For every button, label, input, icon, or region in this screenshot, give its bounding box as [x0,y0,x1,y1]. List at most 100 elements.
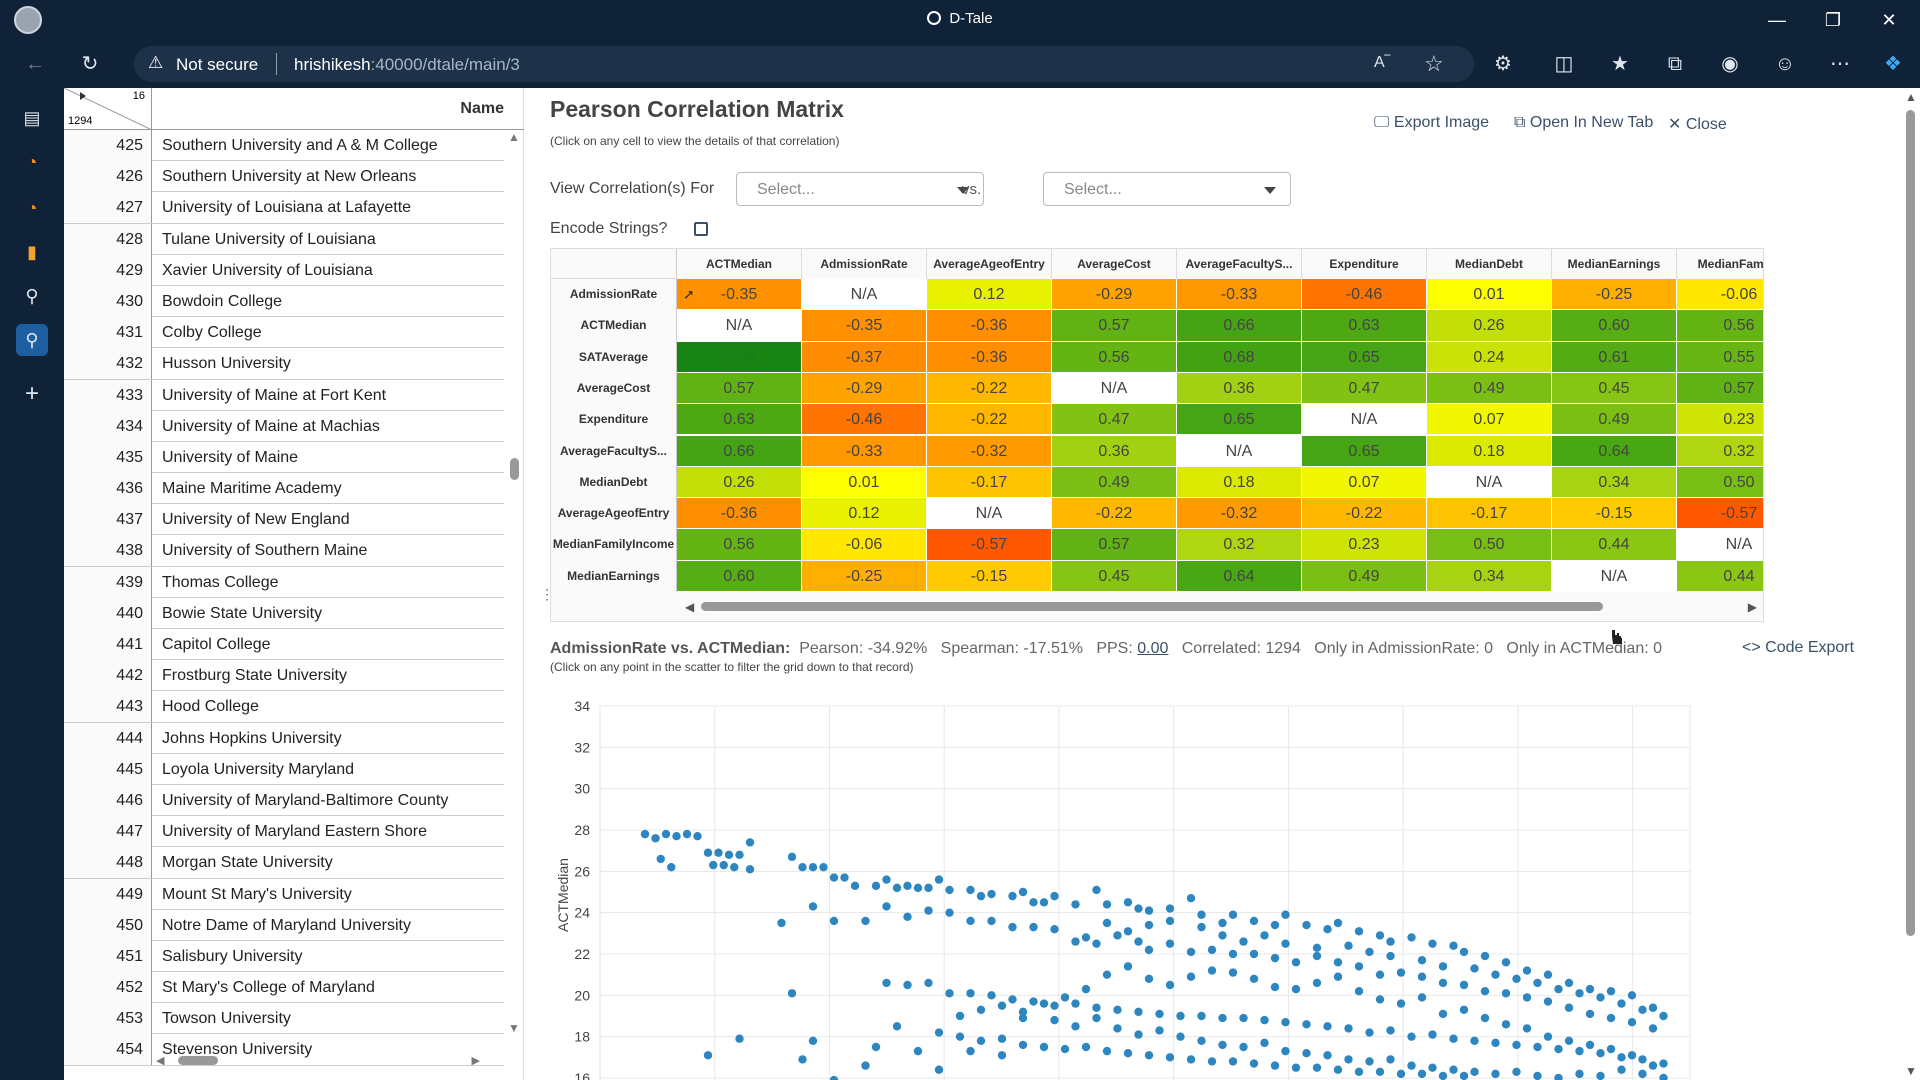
matrix-cell[interactable]: N/A [927,498,1052,530]
scatter-point[interactable] [1596,993,1605,1002]
scatter-point[interactable] [1459,1071,1469,1080]
scatter-point[interactable] [829,916,839,926]
matrix-cell[interactable]: 0.34 [1427,560,1552,592]
scatter-point[interactable] [1533,1071,1542,1080]
scatter-point[interactable] [1543,997,1553,1006]
scatter-point[interactable] [1491,1069,1500,1079]
matrix-cell[interactable]: 0.65 [1177,404,1302,436]
scatter-point[interactable] [924,978,933,988]
matrix-cell[interactable]: -0.33 [802,435,927,467]
scatter-point[interactable] [1239,1013,1248,1023]
scatter-point[interactable] [1344,941,1353,950]
scatter-point[interactable] [976,891,986,901]
scatter-point[interactable] [871,1042,881,1052]
scatter-point[interactable] [1197,910,1206,919]
scatter-point[interactable] [1218,1013,1227,1023]
scatter-point[interactable] [1218,931,1227,940]
scatter-point[interactable] [1176,1011,1185,1021]
table-row[interactable]: 429 Xavier University of Louisiana [64,254,504,286]
row-name[interactable]: Colby College [162,317,262,348]
scatter-point[interactable] [1144,920,1154,930]
matrix-column-header[interactable]: AdmissionRate [802,249,927,279]
scatter-point[interactable] [850,881,860,890]
table-row[interactable]: 451 Salisbury University [64,940,504,973]
matrix-cell[interactable]: N/A [1427,466,1552,499]
scatter-point[interactable] [1081,1042,1091,1052]
scatter-point[interactable] [1354,1067,1364,1076]
scatter-point[interactable] [1564,978,1574,988]
scatter-point[interactable] [1291,1063,1301,1072]
matrix-cell[interactable]: 0.57 [1677,372,1763,405]
scatter-point[interactable] [1323,1051,1332,1060]
matrix-cell[interactable]: 0.23 [1677,404,1763,436]
matrix-cell[interactable]: 0.49 [1427,372,1552,405]
matrix-cell[interactable]: N/A [1677,529,1763,561]
matrix-cell[interactable]: -0.46 [802,404,927,436]
refresh-icon[interactable]: ↻ [75,50,105,78]
scatter-point[interactable] [1144,974,1154,983]
scatter-point[interactable] [1050,1001,1059,1010]
scatter-point[interactable] [1039,898,1049,907]
row-name[interactable]: Capitol College [162,629,271,660]
matrix-cell[interactable]: 0.47 [1302,372,1427,405]
scatter-point[interactable] [1522,1024,1532,1033]
scatter-point[interactable] [1008,891,1017,901]
scatter-point[interactable] [1470,1036,1479,1045]
grid-vertical-scrollbar[interactable]: ▲ ▼ [506,130,522,1035]
matrix-cell[interactable]: 0.66 [677,435,802,467]
scatter-point[interactable] [1071,999,1080,1008]
scatter-point[interactable] [1438,962,1448,971]
scatter-point[interactable] [1575,1069,1584,1079]
table-row[interactable]: 447 University of Maryland Eastern Shore [64,816,504,848]
table-row[interactable]: 427 University of Louisiana at Lafayette [64,192,504,224]
scatter-point[interactable] [882,875,891,884]
scatter-point[interactable] [1312,1063,1322,1072]
scatter-point[interactable] [1312,943,1322,952]
scatter-point[interactable] [1144,945,1154,955]
scatter-point[interactable] [1470,964,1479,973]
scatter-point[interactable] [1386,1026,1395,1035]
scatter-point[interactable] [976,1005,986,1014]
table-row[interactable]: 425 Southern University and A & M College [64,130,504,162]
row-name[interactable]: Towson University [162,1003,291,1034]
scatter-point[interactable] [1155,1009,1164,1019]
back-icon[interactable]: ← [20,50,50,78]
matrix-cell[interactable]: -0.35 [802,310,927,342]
scatter-point[interactable] [903,912,912,921]
matrix-cell[interactable]: 0.64 [1177,560,1302,592]
browser-essentials-icon[interactable]: ◉ [1715,50,1745,78]
scatter-point[interactable] [987,991,996,1000]
scatter-point[interactable] [1249,949,1259,959]
scatter-point[interactable] [1575,989,1584,998]
scatter-point[interactable] [808,863,818,872]
scatter-point[interactable] [1092,939,1101,948]
scatter-point[interactable] [1081,933,1091,942]
scatter-point[interactable] [1197,922,1206,932]
matrix-cell[interactable]: 0.12 [802,498,927,530]
row-name[interactable]: Johns Hopkins University [162,723,342,754]
scatter-point[interactable] [1617,999,1626,1008]
scatter-point[interactable] [1627,1018,1637,1027]
scatter-point[interactable] [997,1051,1007,1060]
column-select-2[interactable]: Select... [1043,172,1291,206]
matrix-cell[interactable]: 0.65 [1302,341,1427,373]
scatter-point[interactable] [1113,931,1122,940]
matrix-cell[interactable]: -0.29 [802,372,927,405]
scatter-point[interactable] [882,978,891,988]
column-select-1[interactable]: Select... [736,172,984,206]
scatter-point[interactable] [1407,933,1416,942]
scatter-point[interactable] [1102,970,1112,979]
scroll-left-icon[interactable]: ◀ [685,600,694,614]
matrix-cell[interactable]: -0.29 [1052,279,1177,311]
row-name[interactable]: University of Maine at Machias [162,411,380,442]
table-row[interactable]: 442 Frostburg State University [64,660,504,692]
scatter-point[interactable] [1438,978,1448,988]
scatter-point[interactable] [1270,953,1280,963]
scatter-point[interactable] [1480,951,1490,961]
scatter-point[interactable] [945,908,954,917]
scatter-point[interactable] [667,863,676,872]
matrix-cell[interactable]: 0.60 [677,560,802,592]
scatter-point[interactable] [1165,1053,1175,1062]
scatter-point[interactable] [1396,968,1406,977]
scatter-point[interactable] [1659,1059,1668,1068]
